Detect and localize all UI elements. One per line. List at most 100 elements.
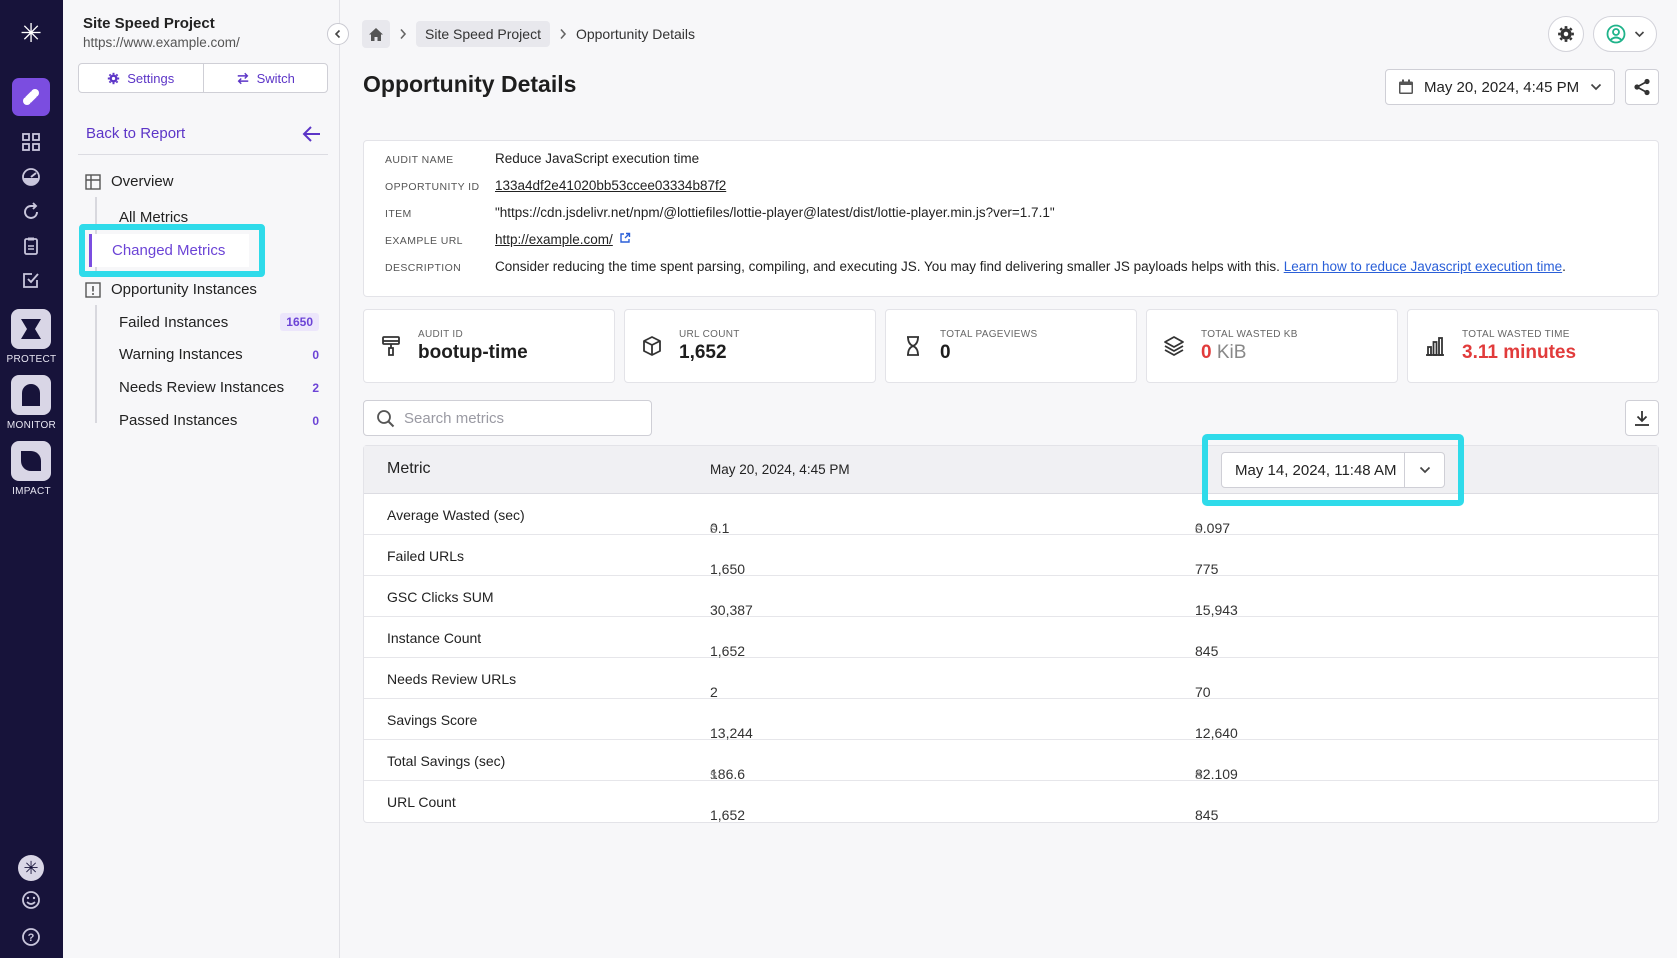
audit-name-value: Reduce JavaScript execution time	[495, 151, 700, 166]
table-row: URL Count 1,652 845	[364, 781, 1658, 823]
clipboard-icon[interactable]	[19, 234, 43, 258]
previous-unit: s	[1195, 766, 1202, 782]
dashboard-grid-icon[interactable]	[19, 130, 43, 154]
protect-label: PROTECT	[6, 354, 57, 365]
current-number: 1,652	[710, 807, 746, 823]
help-icon[interactable]: ?	[19, 925, 43, 949]
smiley-icon[interactable]	[19, 888, 43, 912]
description-value: Consider reducing the time spent parsing…	[495, 259, 1566, 274]
download-icon	[1635, 411, 1649, 426]
protect-button[interactable]	[11, 309, 51, 349]
audit-id-value: bootup-time	[418, 341, 528, 363]
audit-name-key: AUDIT NAME	[385, 154, 454, 166]
back-to-report-link[interactable]: Back to Report	[78, 113, 328, 155]
pageviews-value: 0	[940, 341, 951, 363]
metric-name: Savings Score	[387, 712, 478, 728]
search-input[interactable]	[404, 409, 634, 427]
bar-chart-icon	[1422, 333, 1448, 359]
pageviews-card: TOTAL PAGEVIEWS 0	[885, 309, 1137, 383]
report-date-picker[interactable]: May 20, 2024, 4:45 PM	[1385, 69, 1615, 105]
nav-overview[interactable]: Overview	[85, 173, 174, 190]
wasted-kb-unit: KiB	[1216, 341, 1247, 363]
settings-label: Settings	[127, 70, 175, 86]
settings-button[interactable]: Settings	[79, 64, 203, 92]
switch-arrows-icon	[237, 72, 248, 84]
refresh-icon[interactable]	[19, 200, 43, 224]
table-row: Needs Review URLs 2 70	[364, 658, 1658, 700]
paint-roller-icon	[378, 333, 404, 359]
impact-button[interactable]	[11, 441, 51, 481]
nav-opportunity-instances[interactable]: Opportunity Instances	[85, 281, 257, 298]
breadcrumb-project[interactable]: Site Speed Project	[416, 21, 550, 47]
url-count-label: URL COUNT	[679, 328, 740, 340]
opportunity-instances-label: Opportunity Instances	[111, 281, 257, 298]
previous-unit: s	[1195, 520, 1202, 536]
chevron-right-icon	[400, 28, 407, 40]
page-title: Opportunity Details	[363, 71, 577, 97]
example-url-row: EXAMPLE URL http://example.com/	[385, 232, 631, 247]
passed-instances-label: Passed Instances	[119, 412, 238, 429]
col-metric-header: Metric	[387, 460, 431, 477]
arrow-left-icon	[302, 125, 320, 142]
example-url-link[interactable]: http://example.com/	[495, 232, 613, 247]
speed-nav-button[interactable]	[12, 78, 50, 116]
item-value: "https://cdn.jsdelivr.net/npm/@lottiefil…	[495, 205, 1055, 220]
current-unit: s	[710, 766, 717, 782]
settings-gear-button[interactable]	[1548, 16, 1584, 52]
download-button[interactable]	[1625, 400, 1659, 436]
user-menu-button[interactable]	[1593, 16, 1657, 52]
checkbox-icon[interactable]	[19, 268, 43, 292]
cube-icon	[639, 333, 665, 359]
monitor-button[interactable]	[11, 375, 51, 415]
back-to-report-label: Back to Report	[86, 125, 186, 142]
description-key: DESCRIPTION	[385, 262, 462, 274]
previous-number: 845	[1195, 807, 1219, 823]
gear-icon	[108, 72, 120, 84]
nav-passed-instances[interactable]: Passed Instances 0	[119, 412, 319, 429]
audit-id-card: AUDIT ID bootup-time	[363, 309, 615, 383]
warning-instances-label: Warning Instances	[119, 346, 243, 363]
switch-button[interactable]: Switch	[202, 64, 328, 92]
nav-changed-metrics[interactable]: Changed Metrics	[89, 234, 249, 267]
app-rail: ✳ PROTECT MONITOR IMPACT ✳ ?	[0, 0, 63, 958]
item-row: ITEM "https://cdn.jsdelivr.net/npm/@lott…	[385, 205, 1055, 220]
impact-icon	[21, 451, 41, 471]
metric-name: GSC Clicks SUM	[387, 589, 494, 605]
nav-warning-instances[interactable]: Warning Instances 0	[119, 346, 319, 363]
previous-number: 15,943	[1195, 602, 1238, 618]
compare-date-toggle[interactable]	[1404, 453, 1444, 487]
current-number: 1,652	[710, 643, 746, 659]
table-row: Total Savings (sec) 186.6 s 82.109 s	[364, 740, 1658, 782]
changed-metrics-label: Changed Metrics	[112, 242, 226, 259]
external-link-icon[interactable]	[619, 232, 631, 244]
current-number: 1,650	[710, 561, 746, 577]
wasted-time-value: 3.11 minutes	[1462, 341, 1577, 363]
svg-text:?: ?	[28, 932, 35, 944]
previous-number: 70	[1195, 684, 1211, 700]
url-count-card: URL COUNT 1,652	[624, 309, 876, 383]
description-learn-link[interactable]: Learn how to reduce Javascript execution…	[1284, 259, 1562, 274]
gauge-icon[interactable]	[19, 165, 43, 189]
nav-failed-instances[interactable]: Failed Instances 1650	[119, 313, 319, 331]
nav-needs-review-instances[interactable]: Needs Review Instances 2	[119, 379, 319, 396]
compare-date-label: May 14, 2024, 11:48 AM	[1235, 461, 1397, 479]
brand-badge-icon[interactable]: ✳	[18, 855, 44, 881]
passed-count-badge: 0	[312, 413, 319, 428]
col-current-date-header: May 20, 2024, 4:45 PM	[710, 462, 850, 477]
metric-name: Average Wasted (sec)	[387, 507, 525, 523]
stat-cards: AUDIT ID bootup-time URL COUNT 1,652 TOT…	[363, 309, 1659, 383]
monitor-icon	[22, 384, 40, 406]
share-button[interactable]	[1625, 69, 1659, 105]
needs-review-count-badge: 2	[312, 380, 319, 395]
opportunity-id-link[interactable]: 133a4df2e41020bb53ccee03334b87f2	[495, 178, 726, 193]
metric-name: URL Count	[387, 794, 456, 810]
brand-logo-icon[interactable]: ✳	[16, 18, 46, 48]
failed-count-badge: 1650	[280, 313, 319, 331]
sidebar: Site Speed Project https://www.example.c…	[63, 0, 349, 958]
share-icon	[1634, 78, 1650, 96]
overview-label: Overview	[111, 173, 174, 190]
compare-date-select[interactable]: May 14, 2024, 11:48 AM	[1221, 452, 1445, 488]
url-count-value: 1,652	[679, 341, 727, 363]
home-button[interactable]	[362, 20, 390, 48]
chevron-down-icon	[1419, 466, 1430, 474]
